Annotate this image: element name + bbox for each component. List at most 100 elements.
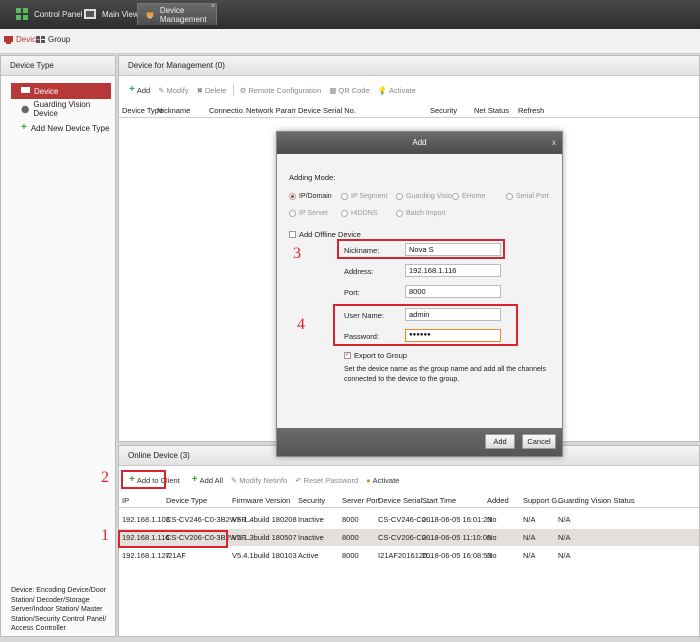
checkbox-checked-icon: ✓ bbox=[344, 352, 351, 359]
column-header[interactable]: Security bbox=[298, 496, 325, 505]
tree-item-label: Add New Device Type bbox=[30, 123, 110, 133]
mode-hiddns-radio[interactable]: HiDDNS bbox=[341, 210, 377, 217]
column-header[interactable]: Nickname bbox=[157, 106, 190, 115]
tab-label: Main View bbox=[102, 9, 139, 19]
online-toolbar: + Add to Client + Add All ✎ Modify Netinfo … bbox=[119, 470, 699, 490]
mode-batch-import-radio[interactable]: Batch Import bbox=[396, 210, 446, 217]
column-header[interactable]: Added bbox=[487, 496, 509, 505]
add-button[interactable]: Add bbox=[485, 434, 515, 449]
mode-ip-segment-radio[interactable]: IP Segment bbox=[341, 193, 387, 200]
column-header[interactable]: Start Time bbox=[422, 496, 456, 505]
add-all-button[interactable]: + Add All bbox=[188, 472, 227, 488]
subtab-label: Group bbox=[48, 35, 71, 44]
device-type-note: Device: Encoding Device/Door Station/ De… bbox=[11, 587, 107, 632]
column-header[interactable]: Security bbox=[430, 106, 457, 115]
delete-button[interactable]: ✖ Delete bbox=[193, 82, 231, 98]
cell-security: Inactive bbox=[298, 533, 324, 542]
tab-device-management[interactable]: Device Management × bbox=[137, 3, 217, 25]
qr-icon: ▦ bbox=[329, 85, 337, 95]
button-label: Add bbox=[136, 85, 151, 95]
activate-button[interactable]: ● Activate bbox=[362, 472, 403, 488]
radio-dot bbox=[289, 193, 296, 200]
bulb-icon: ● bbox=[366, 475, 371, 485]
cell-gv-status: N/A bbox=[558, 515, 571, 524]
radio-dot bbox=[452, 193, 459, 200]
plus-icon: + bbox=[129, 84, 135, 95]
column-header[interactable]: Network Paramet... bbox=[246, 106, 296, 115]
export-to-group-checkbox[interactable]: ✓ Export to Group bbox=[344, 351, 407, 360]
button-label: Modify bbox=[166, 85, 189, 95]
annotation-box-4 bbox=[333, 304, 518, 346]
cell-added: No bbox=[487, 533, 497, 542]
checkbox-box bbox=[289, 231, 296, 238]
column-header[interactable]: Firmware Version bbox=[232, 496, 290, 505]
cancel-button[interactable]: Cancel bbox=[522, 434, 556, 449]
film-icon bbox=[84, 9, 96, 19]
column-header[interactable]: Device Serial No. bbox=[298, 106, 356, 115]
button-label: QR Code bbox=[338, 85, 370, 95]
subtab-device[interactable]: Device bbox=[4, 35, 40, 44]
tab-label: Device Management bbox=[159, 5, 207, 24]
annotation-box-1 bbox=[118, 530, 228, 548]
column-header[interactable]: Server Port bbox=[342, 496, 380, 505]
add-button[interactable]: + Add bbox=[125, 82, 154, 98]
remote-configuration-button[interactable]: ⚙ Remote Configuration bbox=[236, 82, 326, 98]
radio-label: IP Server bbox=[299, 210, 329, 217]
device-type-panel: Device Type Device Guarding Vision Devic… bbox=[0, 55, 116, 637]
device-small-icon bbox=[21, 87, 30, 93]
activate-button[interactable]: 💡 Activate bbox=[374, 82, 420, 98]
radio-dot bbox=[506, 193, 513, 200]
top-bar: Control Panel Main View Device Managemen… bbox=[0, 0, 700, 29]
sub-tab-bar: Device Group bbox=[0, 29, 700, 54]
mode-ip-server-radio[interactable]: IP Server bbox=[289, 210, 328, 217]
table-row[interactable]: 192.168.1.127 I21AF V5.4.1build 180103 A… bbox=[119, 547, 699, 564]
tree-item-add-new-type[interactable]: + Add New Device Type bbox=[11, 120, 111, 136]
tree-item-device[interactable]: Device bbox=[11, 83, 111, 99]
mode-serial-port-radio[interactable]: Serial Port bbox=[506, 193, 549, 200]
add-offline-checkbox[interactable]: Add Offline Device bbox=[289, 230, 361, 239]
reset-password-button[interactable]: ↶ Reset Password bbox=[291, 472, 362, 488]
edit-icon: ✎ bbox=[158, 85, 165, 95]
radio-label: Guarding Visio... bbox=[406, 193, 458, 200]
delete-icon: ✖ bbox=[196, 85, 203, 95]
column-header[interactable]: Net Status bbox=[474, 106, 509, 115]
cell-added: No bbox=[487, 515, 497, 524]
address-field[interactable]: 192.168.1.116 bbox=[405, 264, 501, 277]
button-label: Reset Password bbox=[303, 475, 359, 485]
gear-icon: ⚙ bbox=[239, 85, 247, 95]
radio-label: Serial Port bbox=[516, 193, 549, 200]
radio-label: EHome bbox=[462, 193, 486, 200]
modify-netinfo-button[interactable]: ✎ Modify Netinfo bbox=[227, 472, 291, 488]
column-header[interactable]: Refresh bbox=[518, 106, 544, 115]
mode-guarding-vision-radio[interactable]: Guarding Visio... bbox=[396, 193, 458, 200]
cell-start-time: 2018-06-05 16:08:53 bbox=[422, 551, 492, 560]
radio-dot bbox=[341, 210, 348, 217]
cell-gv-status: N/A bbox=[558, 533, 571, 542]
panel-title: Device Type bbox=[1, 56, 115, 76]
plus-icon: + bbox=[191, 474, 198, 485]
address-label: Address: bbox=[344, 267, 374, 276]
cell-ip: 192.168.1.103 bbox=[122, 515, 170, 524]
column-header[interactable]: Connectio... bbox=[209, 106, 244, 115]
cell-ip: 192.168.1.127 bbox=[122, 551, 170, 560]
annotation-number-2: 2 bbox=[101, 469, 109, 486]
column-header[interactable]: Guarding Vision Status bbox=[558, 496, 635, 505]
subtab-group[interactable]: Group bbox=[36, 35, 70, 44]
radio-label: IP/Domain bbox=[299, 193, 332, 200]
table-row[interactable]: 192.168.1.103 CS-CV246-C0-3B2WFR... V5.1… bbox=[119, 511, 699, 528]
radio-label: Batch Import bbox=[406, 210, 446, 217]
close-icon[interactable]: x bbox=[552, 132, 556, 154]
close-tab-icon[interactable]: × bbox=[211, 3, 215, 10]
column-header[interactable]: IP bbox=[122, 496, 129, 505]
checkbox-label: Add Offline Device bbox=[299, 230, 361, 239]
mode-ip-domain-radio[interactable]: IP/Domain bbox=[289, 193, 332, 200]
port-field[interactable]: 8000 bbox=[405, 285, 501, 298]
reset-icon: ↶ bbox=[295, 475, 302, 485]
tree-item-guarding-vision[interactable]: Guarding Vision Device bbox=[11, 100, 111, 118]
qr-code-button[interactable]: ▦ QR Code bbox=[325, 82, 373, 98]
mode-ehome-radio[interactable]: EHome bbox=[452, 193, 485, 200]
column-header[interactable]: Device Type bbox=[166, 496, 207, 505]
modify-button[interactable]: ✎ Modify bbox=[154, 82, 192, 98]
cell-gv-status: N/A bbox=[558, 551, 571, 560]
checkbox-label: Export to Group bbox=[354, 351, 407, 360]
